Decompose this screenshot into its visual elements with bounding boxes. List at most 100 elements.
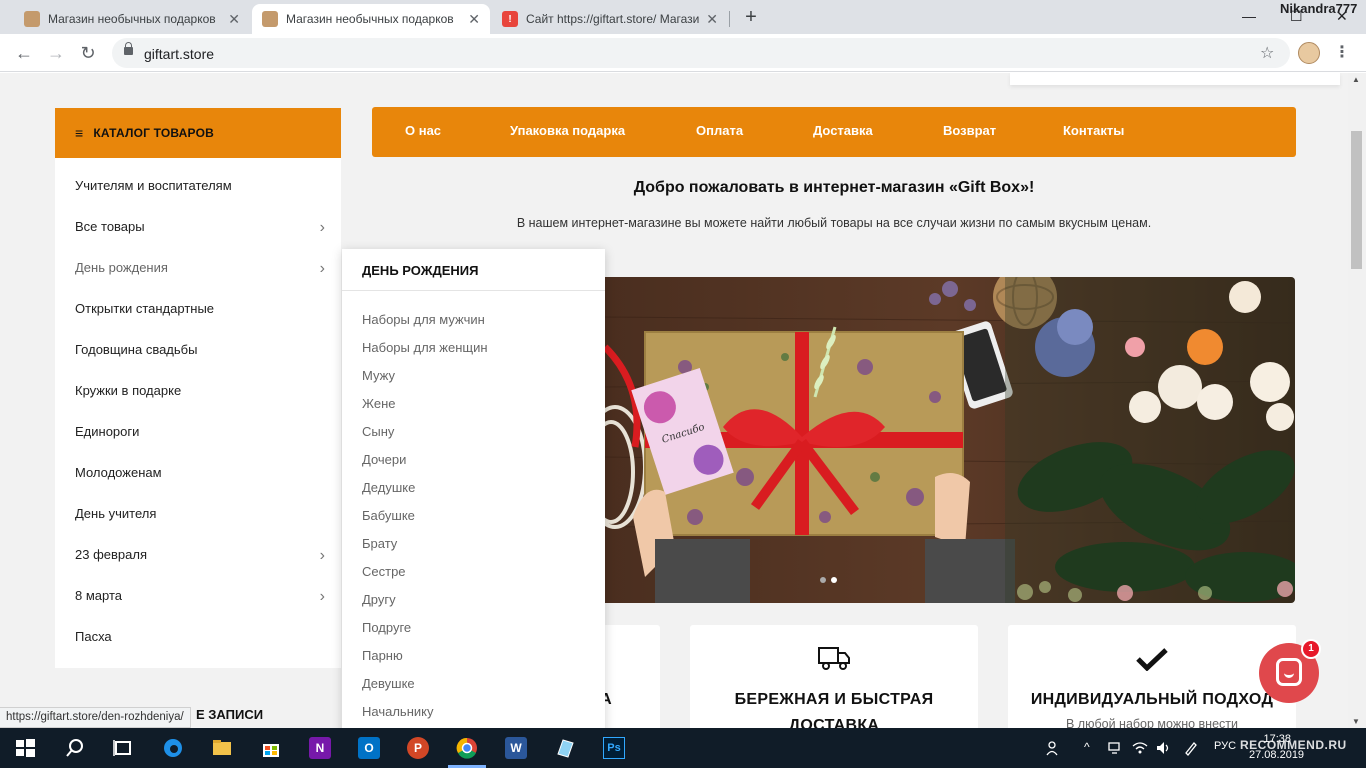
- recent-posts-heading: Е ЗАПИСИ: [196, 707, 264, 722]
- submenu-item[interactable]: Мужу: [362, 368, 395, 383]
- onenote-icon[interactable]: N: [309, 737, 331, 759]
- hero-banner[interactable]: Спасибо: [605, 277, 1295, 603]
- outlook-icon[interactable]: O: [358, 737, 380, 759]
- page-scrollbar[interactable]: ▲ ▼: [1348, 73, 1366, 728]
- gift-favicon-icon: [262, 11, 278, 27]
- scroll-down-icon[interactable]: ▼: [1352, 717, 1360, 726]
- tab-title: Сайт https://giftart.store/ Магазин: [526, 12, 701, 26]
- search-icon[interactable]: [64, 737, 86, 759]
- catalog-item-anniversary[interactable]: Годовщина свадьбы: [75, 342, 325, 362]
- close-tab-icon[interactable]: ✕: [468, 11, 480, 28]
- feature-card-delivery: БЕРЕЖНАЯ И БЫСТРАЯ ДОСТАВКА: [690, 625, 978, 728]
- submenu-item[interactable]: Девушке: [362, 676, 415, 691]
- bookmark-star-icon[interactable]: ☆: [1260, 43, 1274, 63]
- back-button[interactable]: ←: [12, 41, 36, 65]
- carousel-dot-active[interactable]: [831, 577, 837, 583]
- powerpoint-icon[interactable]: P: [407, 737, 429, 759]
- windows-start-icon[interactable]: [14, 737, 36, 759]
- url-text[interactable]: giftart.store: [144, 46, 214, 62]
- catalog-item-label: Молодоженам: [75, 465, 162, 480]
- status-bar-url: https://giftart.store/den-rozhdeniya/: [0, 707, 191, 728]
- nav-contacts[interactable]: Контакты: [1063, 123, 1124, 138]
- close-tab-icon[interactable]: ✕: [228, 11, 240, 28]
- pen-icon[interactable]: [1183, 740, 1199, 756]
- submenu-item[interactable]: Начальнику: [362, 704, 433, 719]
- volume-icon[interactable]: [1155, 740, 1171, 756]
- submenu-item[interactable]: Сестре: [362, 564, 406, 579]
- catalog-item-mar8[interactable]: 8 марта ›: [75, 588, 325, 608]
- submenu-item[interactable]: Парню: [362, 648, 403, 663]
- windows-taskbar: N O P W Ps ^ РУС 17:38 27.08.2019: [0, 728, 1366, 768]
- reload-button[interactable]: ↻: [76, 41, 100, 65]
- task-view-icon[interactable]: [112, 737, 134, 759]
- main-nav: О нас Упаковка подарка Оплата Доставка В…: [372, 107, 1296, 157]
- submenu-item[interactable]: Бабушке: [362, 508, 415, 523]
- chat-unread-badge: 1: [1301, 639, 1321, 659]
- scroll-up-icon[interactable]: ▲: [1352, 75, 1360, 84]
- submenu-item[interactable]: Подруге: [362, 620, 411, 635]
- language-indicator[interactable]: РУС: [1214, 740, 1236, 752]
- feature-subtitle: В любой набор можно внести: [1066, 717, 1238, 728]
- nav-about[interactable]: О нас: [405, 123, 441, 138]
- store-icon[interactable]: [260, 737, 282, 759]
- catalog-item-unicorns[interactable]: Единороги: [75, 424, 325, 444]
- submenu-item[interactable]: Наборы для женщин: [362, 340, 488, 355]
- nav-packaging[interactable]: Упаковка подарка: [510, 123, 625, 138]
- tab-1[interactable]: Магазин необычных подарков ✕: [14, 4, 250, 34]
- tab-title: Магазин необычных подарков: [286, 12, 454, 26]
- browser-menu-icon[interactable]: ⋮: [1334, 42, 1350, 62]
- word-icon[interactable]: W: [505, 737, 527, 759]
- submenu-item[interactable]: Сыну: [362, 424, 394, 439]
- banner-image: Спасибо: [605, 277, 1295, 603]
- nav-returns[interactable]: Возврат: [943, 123, 996, 138]
- nav-delivery[interactable]: Доставка: [813, 123, 873, 138]
- minimize-button[interactable]: —: [1242, 8, 1256, 24]
- submenu-item[interactable]: Брату: [362, 536, 397, 551]
- submenu-item[interactable]: Наборы для мужчин: [362, 312, 485, 327]
- catalog-item-label: Кружки в подарке: [75, 383, 182, 398]
- catalog-item-birthday[interactable]: День рождения ›: [75, 260, 325, 280]
- catalog-item-easter[interactable]: Пасха: [75, 629, 325, 649]
- catalog-item-cards[interactable]: Открытки стандартные: [75, 301, 325, 321]
- catalog-item-teachers[interactable]: Учителям и воспитателям: [75, 178, 325, 198]
- catalog-item-newlyweds[interactable]: Молодоженам: [75, 465, 325, 485]
- submenu-item[interactable]: Жене: [362, 396, 395, 411]
- submenu-item[interactable]: Дочери: [362, 452, 406, 467]
- close-window-button[interactable]: ✕: [1336, 8, 1348, 25]
- catalog-header[interactable]: ≡ КАТАЛОГ ТОВАРОВ: [55, 108, 341, 158]
- submenu-item[interactable]: Дедушке: [362, 480, 415, 495]
- scroll-thumb[interactable]: [1351, 131, 1362, 269]
- wifi-icon[interactable]: [1132, 741, 1148, 755]
- address-bar[interactable]: giftart.store ☆: [112, 38, 1290, 68]
- chrome-icon[interactable]: [456, 737, 478, 759]
- tab-separator: [729, 11, 730, 27]
- file-explorer-icon[interactable]: [211, 737, 233, 759]
- submenu-item[interactable]: Другу: [362, 592, 396, 607]
- profile-avatar[interactable]: [1298, 42, 1320, 64]
- notepad-icon[interactable]: [554, 737, 576, 759]
- tab-title: Магазин необычных подарков: [48, 12, 216, 26]
- catalog-item-feb23[interactable]: 23 февраля ›: [75, 547, 325, 567]
- tab-3[interactable]: ! Сайт https://giftart.store/ Магазин ✕: [492, 4, 728, 34]
- forward-button[interactable]: →: [44, 41, 68, 65]
- photoshop-icon[interactable]: Ps: [603, 737, 625, 759]
- chevron-right-icon: ›: [319, 219, 325, 236]
- carousel-dot[interactable]: [820, 577, 826, 583]
- tray-chevron-up-icon[interactable]: ^: [1084, 740, 1090, 754]
- catalog-item-label: День рождения: [75, 260, 168, 275]
- catalog-item-all[interactable]: Все товары ›: [75, 219, 325, 239]
- new-tab-button[interactable]: +: [740, 6, 762, 28]
- maximize-button[interactable]: ☐: [1290, 8, 1303, 25]
- recommend-favicon-icon: !: [502, 11, 518, 27]
- people-icon[interactable]: [1046, 740, 1062, 756]
- tab-2-active[interactable]: Магазин необычных подарков ✕: [252, 4, 490, 34]
- submenu-divider: [342, 290, 605, 291]
- edge-browser-icon[interactable]: [162, 737, 184, 759]
- catalog-item-mugs[interactable]: Кружки в подарке: [75, 383, 325, 403]
- close-tab-icon[interactable]: ✕: [706, 11, 718, 28]
- lock-icon: [124, 42, 133, 55]
- catalog-item-label: Единороги: [75, 424, 140, 439]
- network-icon[interactable]: [1108, 741, 1124, 755]
- catalog-item-teachers-day[interactable]: День учителя: [75, 506, 325, 526]
- nav-payment[interactable]: Оплата: [696, 123, 743, 138]
